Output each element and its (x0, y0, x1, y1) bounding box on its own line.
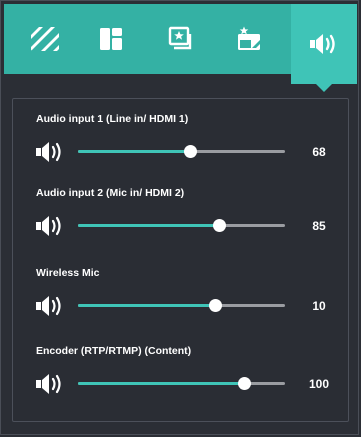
channel-label: Audio input 1 (Line in/ HDMI 1) (36, 113, 189, 125)
volume-value: 100 (308, 377, 330, 391)
volume-slider-fill (78, 304, 215, 307)
volume-slider-fill (78, 224, 219, 227)
image-star-icon (168, 26, 192, 50)
volume-slider-fill (78, 150, 190, 153)
volume-value: 10 (312, 299, 326, 313)
active-tab-pointer (316, 84, 332, 92)
tab-image[interactable] (150, 4, 212, 74)
toolbar (4, 4, 357, 84)
volume-value: 68 (312, 145, 326, 159)
tab-audio[interactable] (291, 4, 357, 84)
channel-label: Encoder (RTP/RTMP) (Content) (36, 345, 192, 357)
volume-slider-knob[interactable] (183, 145, 197, 158)
tab-background[interactable] (14, 4, 76, 74)
volume-slider-knob[interactable] (208, 299, 222, 312)
audio-channel-row: Audio input 2 (Mic in/ HDMI 2) 85 (13, 187, 348, 257)
volume-slider-knob[interactable] (237, 377, 251, 390)
tab-layout[interactable] (80, 4, 142, 74)
volume-slider-knob[interactable] (212, 219, 226, 232)
volume-slider[interactable] (78, 145, 285, 158)
speaker-icon[interactable] (35, 215, 67, 237)
window-star-icon (238, 26, 260, 50)
speaker-icon[interactable] (35, 141, 67, 163)
channel-label: Audio input 2 (Mic in/ HDMI 2) (36, 187, 185, 199)
volume-slider[interactable] (78, 299, 285, 312)
volume-slider[interactable] (78, 219, 285, 232)
volume-slider[interactable] (78, 377, 285, 390)
volume-slider-fill (78, 382, 244, 385)
audio-channel-row: Audio input 1 (Line in/ HDMI 1) 68 (13, 113, 348, 183)
audio-channel-row: Encoder (RTP/RTMP) (Content) 100 (13, 345, 348, 415)
channel-label: Wireless Mic (36, 267, 100, 279)
stripes-icon (31, 27, 59, 51)
speaker-icon (310, 34, 335, 54)
speaker-icon[interactable] (35, 373, 67, 395)
audio-channel-row: Wireless Mic 10 (13, 267, 348, 337)
layout-icon (100, 28, 122, 50)
tab-window[interactable] (219, 4, 281, 74)
audio-panel: Audio input 1 (Line in/ HDMI 1) 68 Audio… (12, 98, 349, 422)
volume-value: 85 (312, 219, 326, 233)
speaker-icon[interactable] (35, 295, 67, 317)
